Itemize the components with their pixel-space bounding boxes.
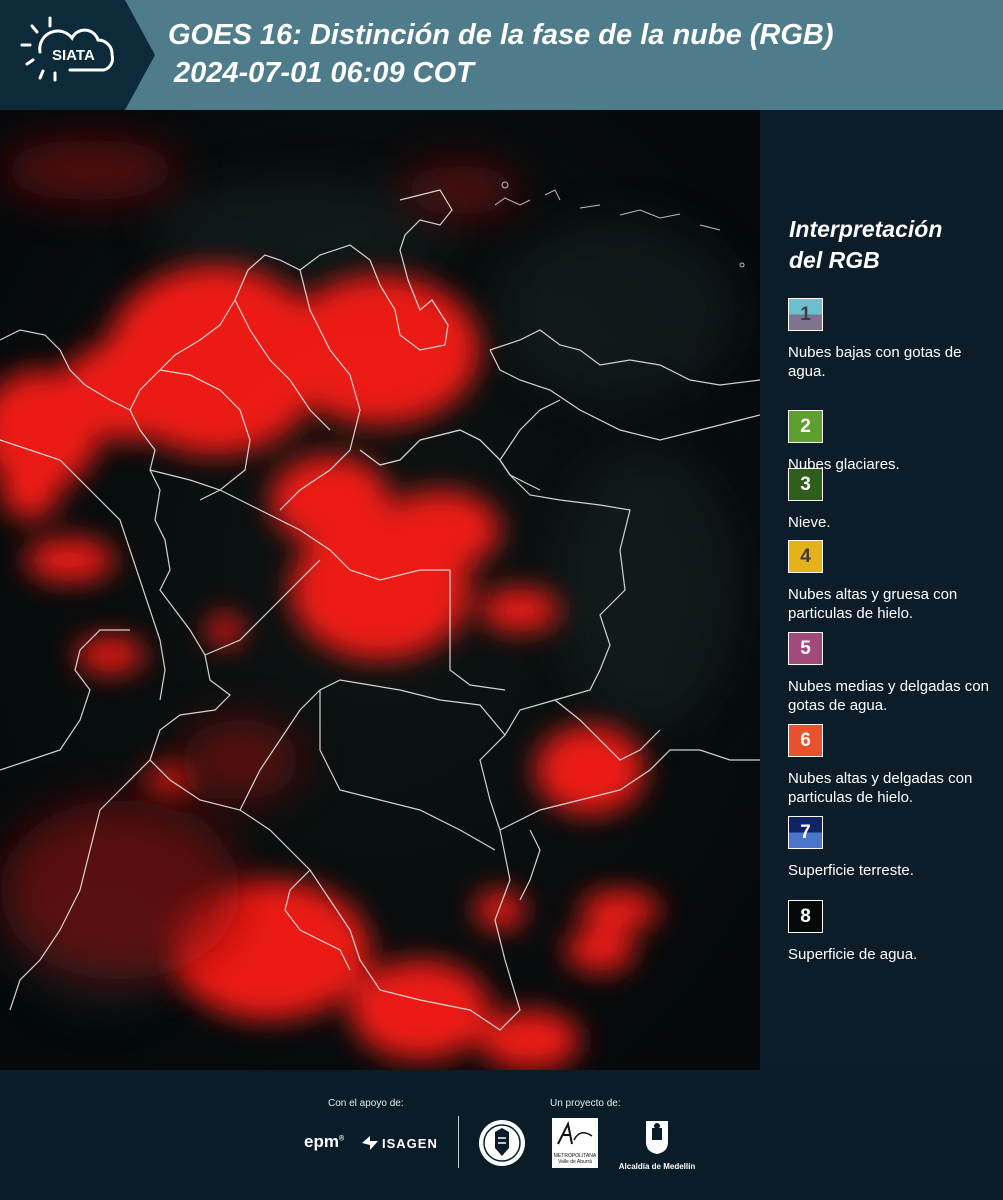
alcaldia-shield-icon	[646, 1121, 668, 1154]
page-title: GOES 16: Distinción de la fase de la nub…	[168, 16, 834, 92]
legend-swatch: 8	[788, 900, 823, 933]
legend-title-line-2: del RGB	[789, 247, 880, 273]
legend-item-7: 7 Superficie terreste.	[788, 816, 1000, 880]
alcaldia-logo[interactable]: Alcaldía de Medellín	[612, 1118, 702, 1171]
alcaldia-logo-text: Alcaldía de Medellín	[618, 1162, 696, 1171]
footer: Con el apoyo de: Un proyecto de: epm® IS…	[0, 1070, 1003, 1200]
epm-logo[interactable]: epm®	[304, 1132, 344, 1152]
isagen-logo-text: ISAGEN	[382, 1135, 438, 1151]
legend-swatch: 2	[788, 410, 823, 443]
support-label: Con el apoyo de:	[328, 1098, 404, 1109]
area-logo-icon	[557, 1120, 593, 1145]
siata-logo-icon: SIATA	[0, 0, 155, 110]
legend-label: Nieve.	[788, 514, 831, 531]
legend-swatch: 4	[788, 540, 823, 573]
title-line-2: 2024-07-01 06:09 COT	[174, 57, 474, 89]
seal-logo[interactable]	[477, 1118, 527, 1173]
project-label: Un proyecto de:	[550, 1098, 621, 1109]
satellite-map[interactable]	[0, 110, 760, 1070]
header-bar: SIATA GOES 16: Distinción de la fase de …	[0, 0, 1003, 110]
legend-title-line-1: Interpretación	[789, 216, 943, 242]
epm-logo-text: epm	[304, 1132, 339, 1151]
legend-item-1: 1 Nubes bajas con gotas de agua.	[788, 298, 1000, 381]
satellite-rgb-image	[0, 110, 760, 1070]
area-logo-subtext: Valle de Aburrá	[558, 1159, 592, 1165]
legend-title: Interpretación del RGB	[789, 214, 942, 276]
legend-swatch: 7	[788, 816, 823, 849]
legend-label: Nubes medias y delgadas con gotas de agu…	[788, 678, 989, 714]
legend-item-8: 8 Superficie de agua.	[788, 900, 1000, 964]
legend-number: 2	[800, 415, 811, 437]
svg-text:SIATA: SIATA	[52, 47, 95, 64]
siata-logo[interactable]: SIATA	[0, 0, 155, 110]
title-line-1: GOES 16: Distinción de la fase de la nub…	[168, 19, 834, 51]
legend-number: 1	[800, 303, 811, 325]
legend-number: 4	[800, 545, 811, 567]
footer-divider	[458, 1116, 459, 1168]
area-metropolitana-logo[interactable]: METROPOLITANA Valle de Aburrá	[552, 1118, 598, 1168]
legend-label: Superficie terreste.	[788, 862, 914, 879]
legend-number: 6	[800, 729, 811, 751]
legend-panel: Interpretación del RGB 1 Nubes bajas con …	[760, 110, 1003, 1070]
legend-number: 8	[800, 905, 811, 927]
legend-item-2: 2 Nubes glaciares.	[788, 410, 1000, 474]
legend-label: Nubes bajas con gotas de agua.	[788, 344, 962, 380]
isagen-logo[interactable]: ISAGEN	[360, 1134, 438, 1152]
legend-label: Nubes altas y gruesa con particulas de h…	[788, 586, 958, 622]
legend-label: Nubes altas y delgadas con particulas de…	[788, 770, 973, 806]
legend-item-5: 5 Nubes medias y delgadas con gotas de ag…	[788, 632, 1000, 715]
legend-label: Superficie de agua.	[788, 946, 918, 963]
legend-swatch: 1	[788, 298, 823, 331]
legend-number: 5	[800, 637, 811, 659]
seal-icon	[479, 1120, 525, 1166]
legend-number: 3	[800, 473, 811, 495]
legend-swatch: 5	[788, 632, 823, 665]
legend-item-6: 6 Nubes altas y delgadas con particulas d…	[788, 724, 1000, 807]
legend-number: 7	[800, 821, 811, 843]
legend-item-3: 3 Nieve.	[788, 468, 1000, 532]
isagen-icon	[362, 1136, 378, 1150]
legend-swatch: 6	[788, 724, 823, 757]
legend-swatch: 3	[788, 468, 823, 501]
legend-item-4: 4 Nubes altas y gruesa con particulas de …	[788, 540, 1000, 623]
